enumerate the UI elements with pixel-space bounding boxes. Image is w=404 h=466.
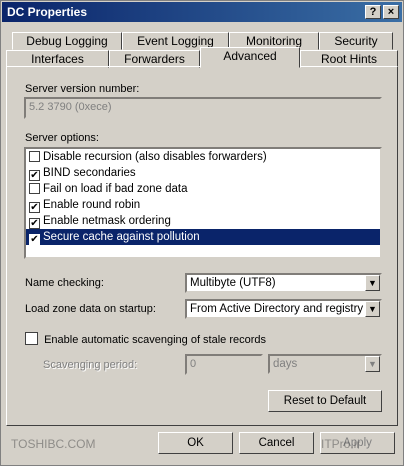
- tab-debug-logging[interactable]: Debug Logging: [12, 32, 122, 50]
- help-button[interactable]: ?: [365, 5, 381, 19]
- chevron-down-icon: ▼: [365, 356, 380, 372]
- checkbox-icon[interactable]: [29, 183, 40, 194]
- server-options-label: Server options:: [25, 132, 99, 144]
- option-fail-on-load[interactable]: Fail on load if bad zone data: [26, 181, 380, 197]
- option-bind-secondaries[interactable]: ✔ BIND secondaries: [26, 165, 380, 181]
- scavenging-period-field: 0: [185, 354, 263, 375]
- tab-security[interactable]: Security: [319, 32, 393, 50]
- version-field: 5.2 3790 (0xece): [24, 97, 382, 119]
- scavenging-unit-value: days: [273, 358, 298, 370]
- load-zone-value: From Active Directory and registry: [190, 303, 364, 315]
- reset-to-default-button[interactable]: Reset to Default: [268, 390, 382, 412]
- name-checking-value: Multibyte (UTF8): [190, 277, 276, 289]
- option-label: BIND secondaries: [43, 167, 136, 179]
- checkbox-checked-icon[interactable]: ✔: [29, 170, 40, 181]
- scavenging-label: Enable automatic scavenging of stale rec…: [44, 334, 267, 346]
- option-label: Disable recursion (also disables forward…: [43, 151, 267, 163]
- scavenging-period-label: Scavenging period:: [43, 359, 138, 371]
- option-label: Enable round robin: [43, 199, 141, 211]
- load-zone-label: Load zone data on startup:: [25, 303, 156, 315]
- window-title: DC Properties: [7, 5, 88, 19]
- tab-advanced[interactable]: Advanced: [200, 47, 300, 68]
- title-bar[interactable]: DC Properties ? ×: [2, 2, 402, 22]
- name-checking-dropdown[interactable]: Multibyte (UTF8) ▼: [185, 273, 382, 293]
- option-round-robin[interactable]: ✔ Enable round robin: [26, 197, 380, 213]
- option-label: Secure cache against pollution: [43, 231, 200, 243]
- option-label: Fail on load if bad zone data: [43, 183, 188, 195]
- cancel-button[interactable]: Cancel: [239, 432, 314, 454]
- server-options-list[interactable]: Disable recursion (also disables forward…: [24, 147, 382, 259]
- checkbox-checked-icon[interactable]: ✔: [29, 234, 40, 245]
- dialog-window: DC Properties ? × Debug Logging Event Lo…: [0, 0, 404, 466]
- close-button[interactable]: ×: [383, 5, 399, 19]
- watermark-left: TOSHIBC.COM: [11, 437, 96, 451]
- checkbox-checked-icon[interactable]: ✔: [29, 202, 40, 213]
- watermark-right: ITPro.ir: [321, 437, 361, 451]
- ok-button[interactable]: OK: [158, 432, 233, 454]
- version-label: Server version number:: [25, 83, 140, 95]
- option-secure-cache[interactable]: ✔ Secure cache against pollution: [26, 229, 380, 245]
- option-disable-recursion[interactable]: Disable recursion (also disables forward…: [26, 149, 380, 165]
- checkbox-checked-icon[interactable]: ✔: [29, 218, 40, 229]
- option-netmask-ordering[interactable]: ✔ Enable netmask ordering: [26, 213, 380, 229]
- scavenging-row[interactable]: Enable automatic scavenging of stale rec…: [25, 332, 266, 346]
- scavenging-checkbox[interactable]: [25, 332, 38, 345]
- checkbox-icon[interactable]: [29, 151, 40, 162]
- chevron-down-icon[interactable]: ▼: [365, 275, 380, 291]
- scavenging-unit-dropdown: days ▼: [268, 354, 382, 374]
- chevron-down-icon[interactable]: ▼: [365, 301, 380, 317]
- name-checking-label: Name checking:: [25, 277, 104, 289]
- load-zone-dropdown[interactable]: From Active Directory and registry ▼: [185, 299, 382, 319]
- option-label: Enable netmask ordering: [43, 215, 171, 227]
